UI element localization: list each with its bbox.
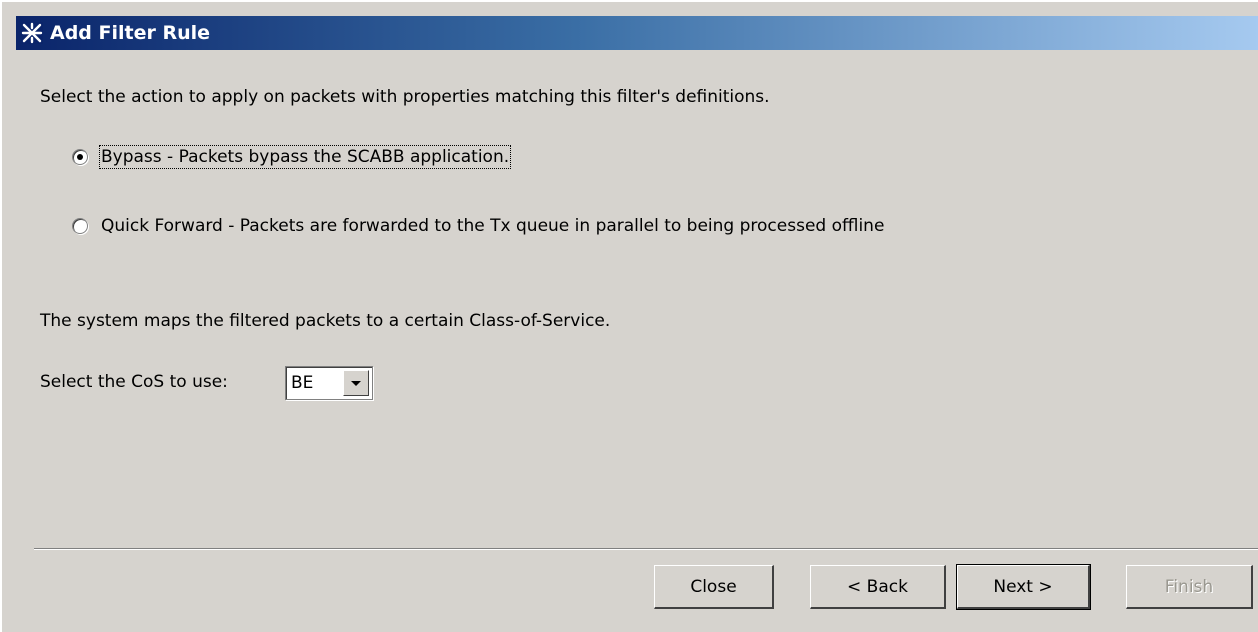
next-button[interactable]: Next >: [956, 564, 1091, 610]
quick-forward-label[interactable]: Quick Forward - Packets are forwarded to…: [101, 216, 884, 236]
bypass-option[interactable]: Bypass - Packets bypass the SCABB applic…: [72, 145, 512, 169]
bypass-label[interactable]: Bypass - Packets bypass the SCABB applic…: [98, 145, 512, 169]
cos-label: Select the CoS to use:: [40, 372, 228, 392]
bypass-radio[interactable]: [72, 149, 88, 165]
add-filter-rule-dialog: Add Filter Rule Select the action to app…: [0, 0, 1258, 632]
dropdown-arrow-icon[interactable]: [343, 370, 369, 396]
quick-forward-radio[interactable]: [72, 218, 88, 234]
quick-forward-option[interactable]: Quick Forward - Packets are forwarded to…: [72, 216, 884, 236]
cos-selected-value: BE: [291, 373, 314, 393]
title-bar[interactable]: Add Filter Rule: [16, 16, 1258, 50]
cos-description: The system maps the filtered packets to …: [40, 311, 611, 331]
finish-button: Finish: [1126, 565, 1253, 609]
back-button[interactable]: < Back: [810, 565, 946, 609]
cisco-network-icon: [20, 21, 44, 45]
instruction-text: Select the action to apply on packets wi…: [40, 87, 770, 107]
close-button[interactable]: Close: [654, 565, 774, 609]
button-separator: [34, 548, 1258, 550]
cos-select[interactable]: BE: [285, 366, 373, 400]
dialog-title: Add Filter Rule: [50, 22, 211, 44]
